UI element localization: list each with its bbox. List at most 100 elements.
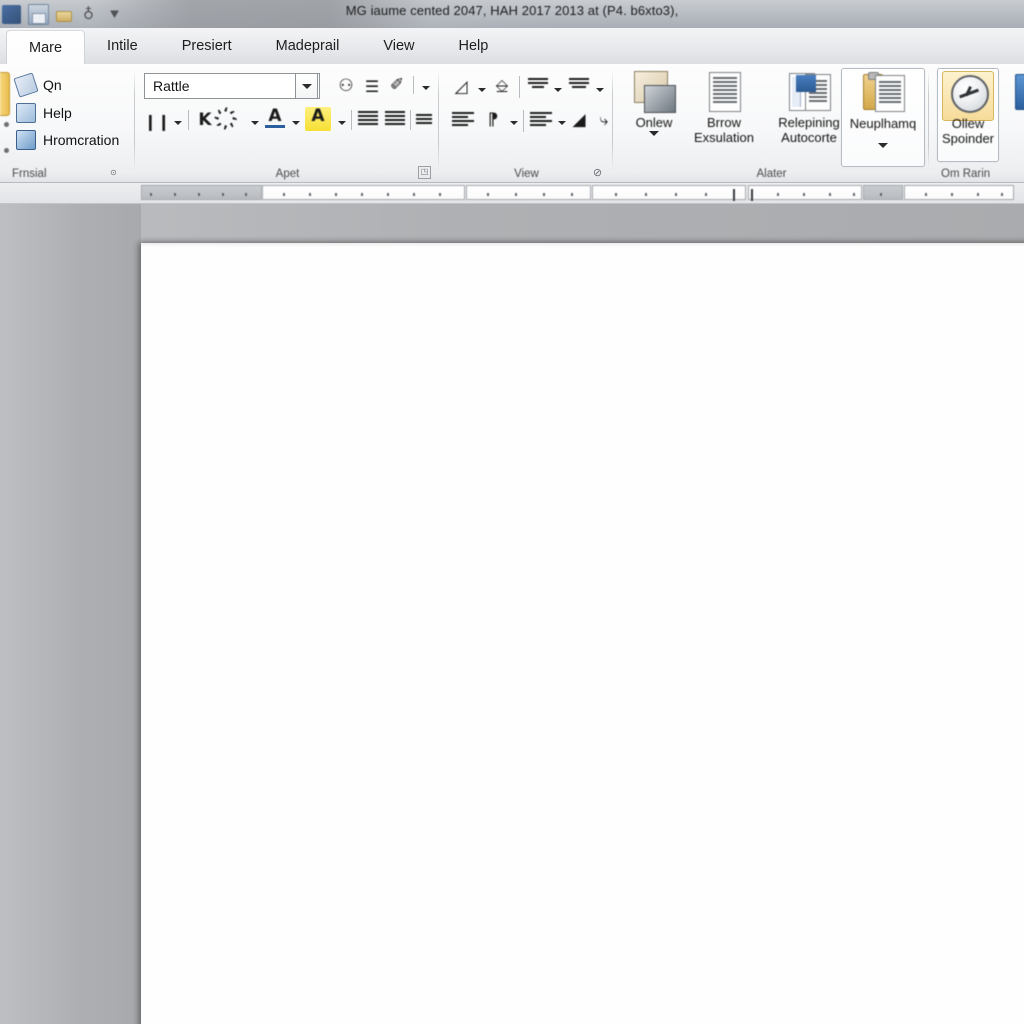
- font-size-dropdown[interactable]: [295, 73, 318, 99]
- ruler-page-segment-3[interactable]: [592, 185, 746, 201]
- toolbar-divider: [519, 76, 520, 98]
- menu-item-help[interactable]: Help: [16, 102, 72, 124]
- text-color-swatch: [265, 125, 285, 128]
- brrow-exsulation-button[interactable]: Brrow Exsulation: [690, 68, 758, 160]
- line-spacing-icon[interactable]: [416, 114, 432, 126]
- chevron-down-icon: [302, 84, 312, 89]
- copy-icon[interactable]: ☰: [362, 76, 382, 96]
- brrow-label-2: Exsulation: [694, 130, 754, 145]
- bold-icon[interactable]: ❙❙: [144, 110, 171, 132]
- tab-mare[interactable]: Mare: [6, 30, 86, 65]
- document-workspace: [0, 204, 1024, 1024]
- tab-view[interactable]: View: [361, 28, 436, 64]
- ribbon-group-apet: Rattle ⚇ ☰ ✐ ❙❙ K ҉ A A Apet ◳: [136, 64, 439, 182]
- window-title: MG iaume cented 2047, HAH 2017 2013 at (…: [345, 3, 679, 18]
- paragraph-chevron-icon[interactable]: [510, 121, 518, 125]
- ruler-page-segment-1[interactable]: [262, 185, 465, 200]
- s-button[interactable]: S: [1007, 68, 1024, 160]
- ribbon-group-frnsial: Qn Help Hromcration Frnsial ⊙: [0, 64, 135, 182]
- clipboard-tab-icon[interactable]: [0, 72, 10, 116]
- pen-icon[interactable]: ✐: [387, 75, 407, 95]
- tab-help[interactable]: Help: [437, 28, 511, 64]
- relepining-label-2: Autocorte: [781, 130, 837, 145]
- toolbar-divider: [188, 110, 189, 130]
- ribbon-group-om-rarin: Ollew Spoinder S Om Rarin: [931, 64, 1024, 182]
- menu-item-hromcration-label: Hromcration: [43, 132, 120, 148]
- ribbon-group-view: ◿ ⎒ ⁋ ◢ ⤷ View ⊘: [440, 64, 613, 182]
- ruler-page-segment-5[interactable]: [904, 185, 1014, 200]
- frnsial-dialog-launcher[interactable]: ⊙: [108, 168, 119, 179]
- strikethrough-icon[interactable]: ҉: [224, 109, 246, 131]
- ribbon-tab-strip: Mare Intile Presiert Madeprail View Help: [0, 28, 1024, 65]
- toolbar-divider: [410, 110, 411, 130]
- align-justify-icon[interactable]: [569, 78, 589, 90]
- neuplhamq-button[interactable]: Neuplhamq: [841, 68, 925, 167]
- menu-item-qn-label: Qn: [43, 77, 62, 93]
- workspace-left-gutter: [0, 204, 141, 1024]
- brrow-exsulation-icon: [702, 71, 746, 113]
- onlew-icon: [632, 71, 676, 113]
- line-spacing-chevron-icon[interactable]: [558, 121, 566, 125]
- title-bar: ♁ ⯆ MG iaume cented 2047, HAH 2017 2013 …: [0, 0, 1024, 28]
- ollew-label-1: Ollew: [951, 116, 985, 131]
- align-center-icon[interactable]: [528, 78, 548, 90]
- align-left-icon[interactable]: [452, 112, 474, 128]
- menu-item-hromcration[interactable]: Hromcration: [16, 129, 119, 151]
- document-page[interactable]: [141, 243, 1024, 1024]
- highlight-color-icon[interactable]: A: [307, 106, 329, 126]
- italic-icon[interactable]: K: [194, 109, 216, 131]
- tab-madeprail[interactable]: Madeprail: [254, 28, 362, 64]
- menu-item-qn[interactable]: Qn: [13, 72, 62, 98]
- info-icon: [16, 130, 36, 150]
- bullet-dot-1-icon: [4, 122, 9, 127]
- group-label-view: View: [514, 168, 539, 180]
- pin-icon: [13, 72, 39, 98]
- text-color-icon[interactable]: A: [264, 106, 286, 126]
- toolbar-divider: [413, 76, 414, 94]
- person-icon[interactable]: ⚇: [336, 76, 356, 96]
- paragraph-mark-icon[interactable]: ⁋: [482, 109, 504, 131]
- text-color-chevron-icon[interactable]: [292, 121, 300, 125]
- ribbon-group-alater: Onlew Brrow Exsulation Relepining Autoco…: [614, 64, 929, 182]
- relepining-autocorte-button[interactable]: Relepining Autocorte: [766, 68, 852, 160]
- align-justify-chevron-icon[interactable]: [596, 88, 604, 92]
- neuplhamq-label: Neuplhamq: [849, 116, 917, 131]
- brrow-label-1: Brrow: [707, 115, 741, 130]
- numbered-list-icon[interactable]: ⎒: [491, 76, 513, 98]
- horizontal-ruler[interactable]: [0, 183, 1024, 204]
- group-label-om-rarin: Om Rarin: [941, 168, 991, 180]
- bullet-list-chevron-icon[interactable]: [478, 88, 486, 92]
- onlew-chevron-icon[interactable]: [649, 131, 659, 136]
- ruler-left-margin[interactable]: [141, 185, 262, 200]
- ribbon: Qn Help Hromcration Frnsial ⊙ Rattle ⚇ ☰…: [0, 64, 1024, 183]
- ollew-label-2: Spoinder: [941, 131, 995, 146]
- help-icon: [16, 103, 36, 123]
- shading-icon[interactable]: ◢: [568, 109, 590, 131]
- bullet-list-icon[interactable]: ◿: [450, 76, 472, 98]
- onlew-label: Onlew: [635, 115, 673, 130]
- font-name-combo[interactable]: Rattle: [144, 73, 320, 99]
- font-name-value: Rattle: [153, 78, 190, 94]
- view-dialog-launcher[interactable]: ⊘: [592, 168, 603, 179]
- numbered-list-icon[interactable]: [385, 111, 405, 127]
- align-center-chevron-icon[interactable]: [554, 88, 562, 92]
- ollew-spoinder-button[interactable]: Ollew Spoinder: [937, 68, 999, 162]
- ruler-page-segment-2[interactable]: [466, 185, 591, 200]
- line-spacing-icon[interactable]: [530, 112, 552, 128]
- relepining-autocorte-icon: [787, 71, 831, 113]
- chevron-down-icon[interactable]: [422, 86, 430, 90]
- tab-presiert[interactable]: Presiert: [160, 28, 254, 64]
- strikethrough-chevron-icon[interactable]: [251, 121, 259, 125]
- s-icon: [1011, 71, 1024, 113]
- apet-dialog-launcher[interactable]: ◳: [418, 166, 431, 179]
- bullet-list-icon[interactable]: [358, 111, 378, 127]
- highlight-chevron-icon[interactable]: [338, 121, 346, 125]
- ruler-right-margin[interactable]: [863, 185, 903, 200]
- onlew-button[interactable]: Onlew: [620, 68, 688, 160]
- bullet-dot-2-icon: [4, 148, 9, 153]
- ruler-page-segment-4[interactable]: [748, 185, 862, 201]
- tab-intile[interactable]: Intile: [85, 28, 160, 64]
- neuplhamq-chevron-icon[interactable]: [878, 143, 888, 148]
- bold-chevron-icon[interactable]: [174, 121, 182, 125]
- group-label-apet: Apet: [275, 168, 300, 180]
